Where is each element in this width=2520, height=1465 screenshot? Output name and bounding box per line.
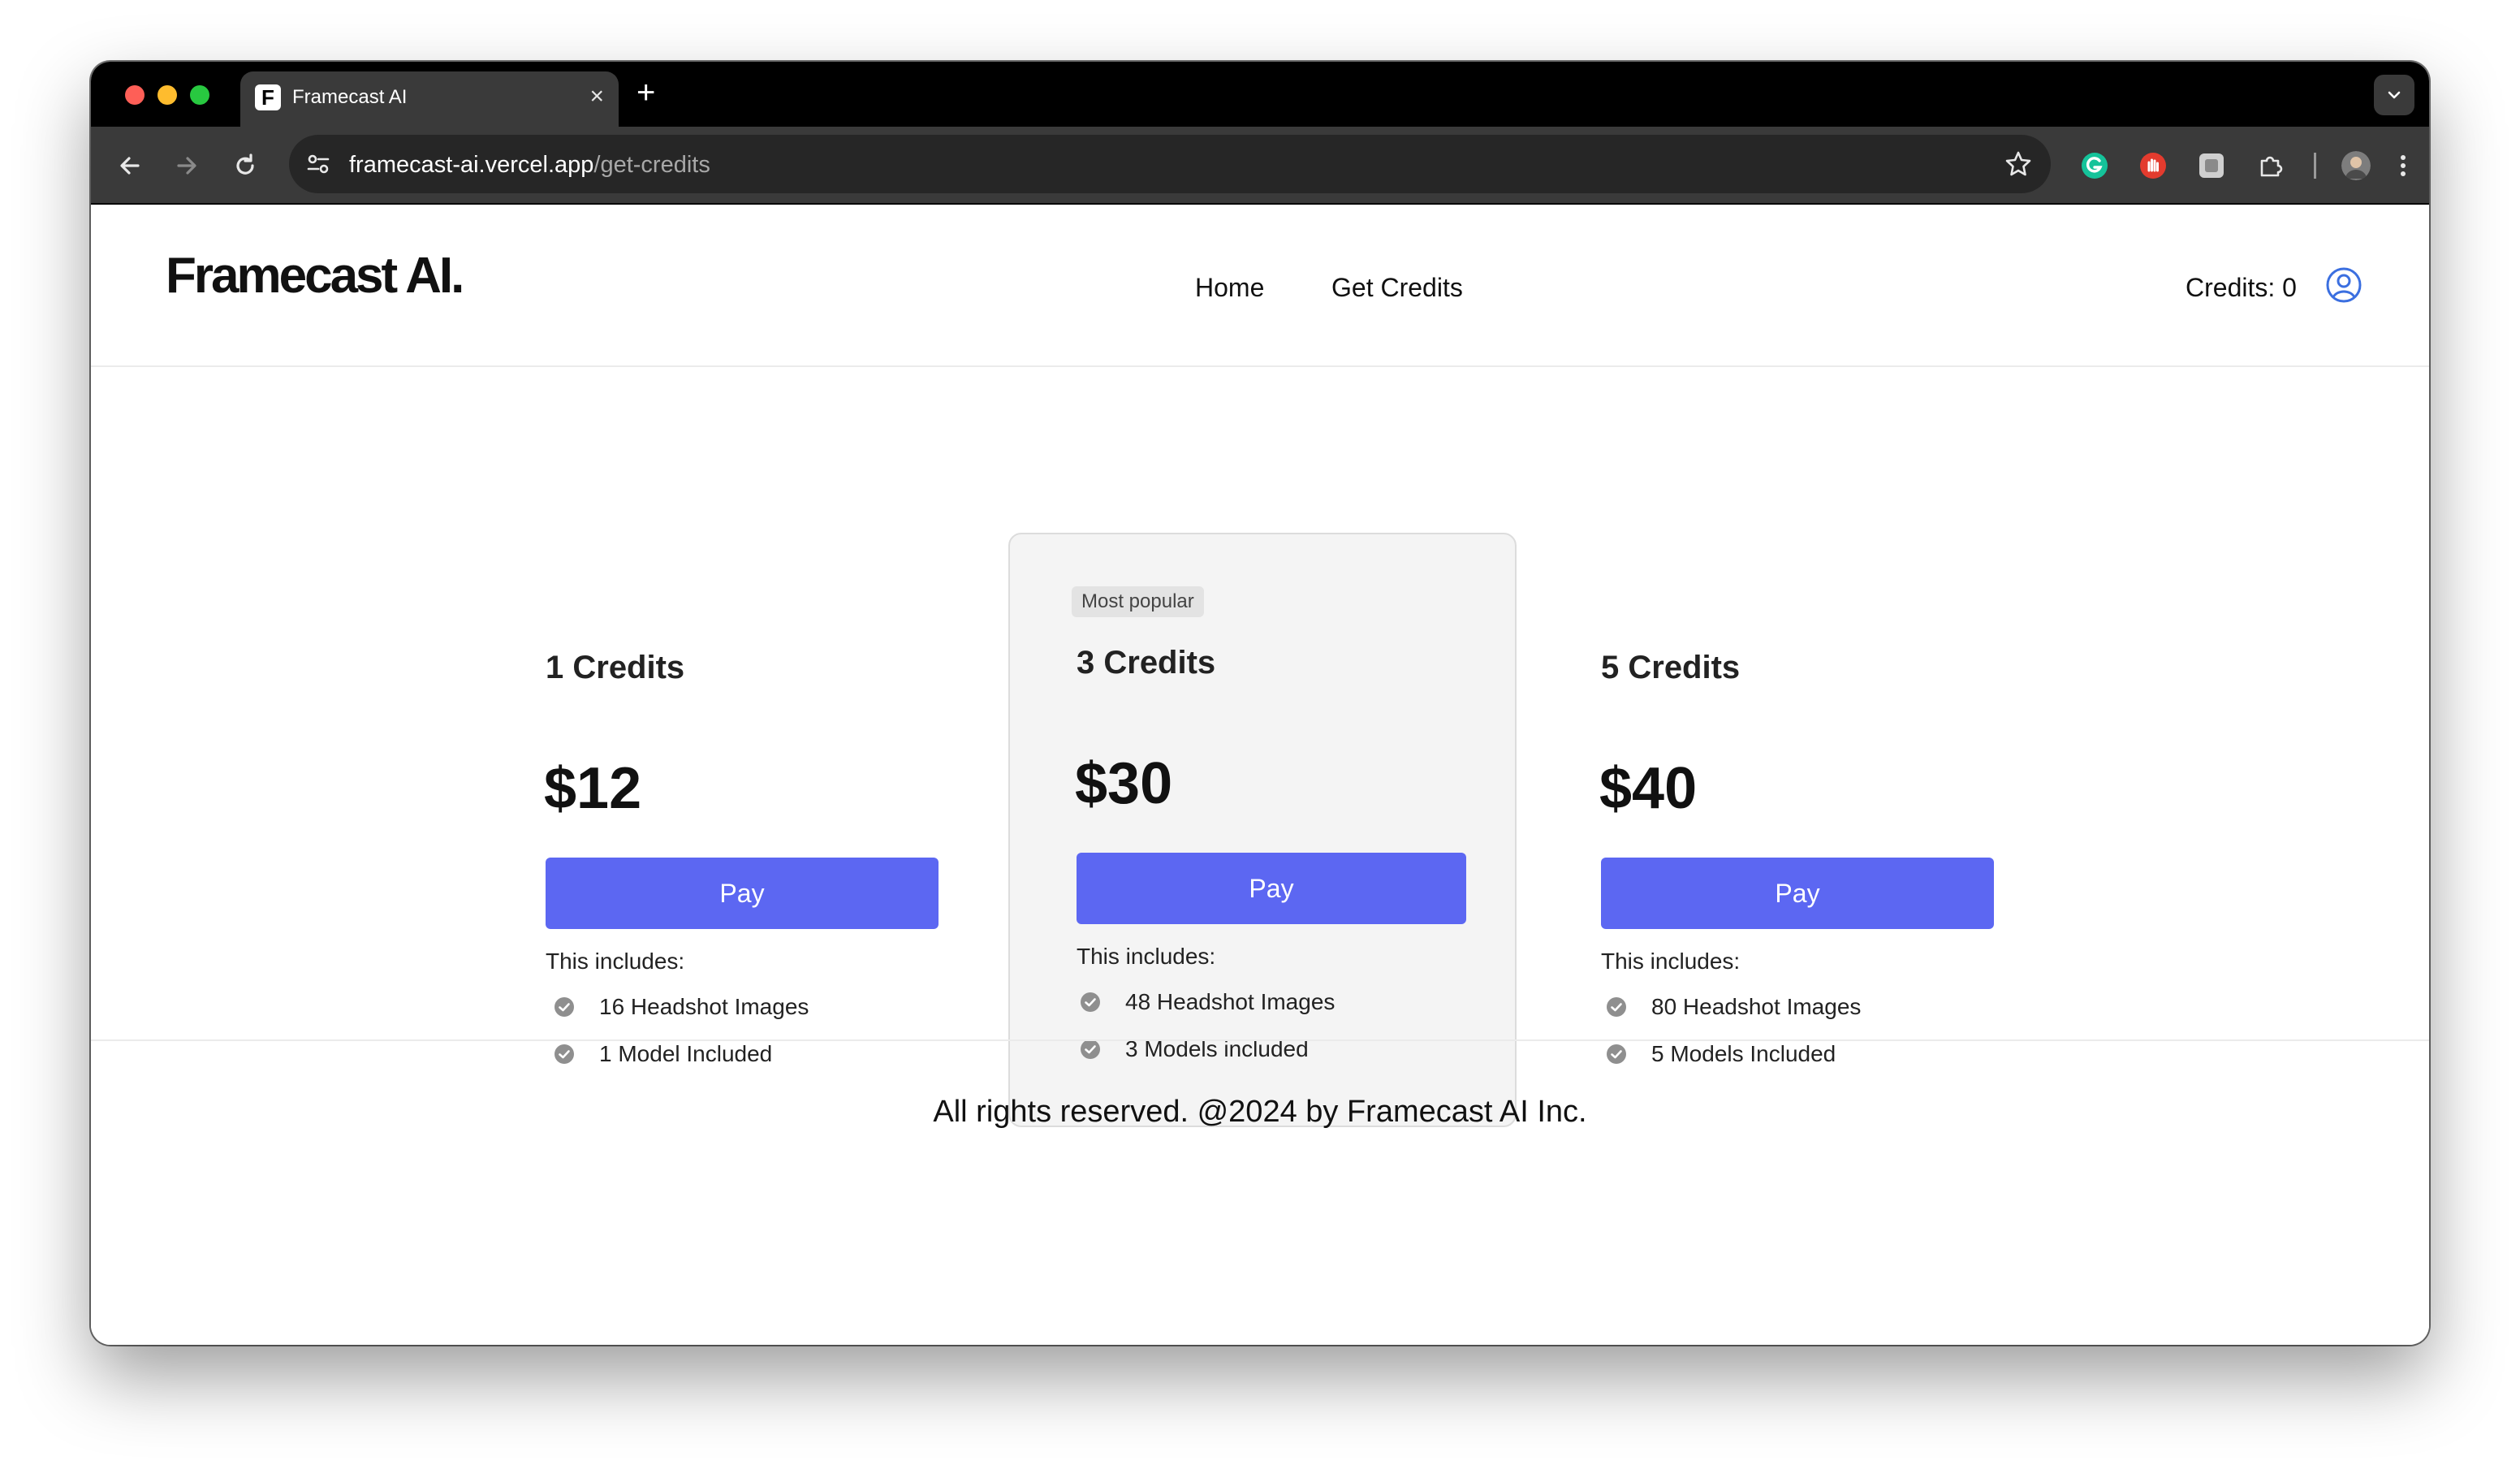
url-host: framecast-ai.vercel.app [349,152,594,178]
feature-text: 80 Headshot Images [1651,994,1862,1019]
forward-arrow-icon[interactable] [170,149,203,182]
profile-avatar-icon[interactable] [2341,151,2371,180]
user-circle-icon[interactable] [2325,266,2362,304]
kebab-menu-icon[interactable] [2397,151,2410,180]
back-arrow-icon[interactable] [114,149,146,182]
bookmark-star-icon[interactable] [2002,148,2035,180]
url-text: framecast-ai.vercel.app/get-credits [349,152,710,179]
includes-label: This includes: [546,949,685,974]
feature-text: 16 Headshot Images [599,994,809,1019]
feature-item: 80 Headshot Images [1606,994,1861,1020]
page-content: Framecast AI. Home Get Credits Credits: … [91,205,2429,1345]
site-settings-icon[interactable] [304,149,333,179]
pay-button-5-credits[interactable]: Pay [1601,858,1994,929]
pay-button-3-credits[interactable]: Pay [1077,853,1466,924]
site-logo[interactable]: Framecast AI. [166,247,464,305]
feature-item: 48 Headshot Images [1080,989,1335,1015]
credits-balance: Credits: 0 [2186,273,2297,302]
check-circle-icon [554,997,574,1017]
includes-label: This includes: [1601,949,1741,974]
toolbar-divider [2314,153,2316,179]
adblock-icon[interactable] [2138,151,2168,180]
browser-tab[interactable]: F Framecast AI × [240,71,619,127]
most-popular-badge: Most popular [1072,586,1204,617]
plan-price: $12 [544,756,642,821]
feature-text: 48 Headshot Images [1125,989,1336,1014]
favicon-icon: F [255,84,281,110]
new-tab-button[interactable]: + [636,73,655,112]
nav-link-get-credits[interactable]: Get Credits [1331,273,1463,303]
tab-strip: F Framecast AI × + [91,62,2429,127]
check-circle-icon [1081,992,1100,1012]
plan-title: 5 Credits [1601,650,1741,685]
copyright-text: All rights reserved. @2024 by Framecast … [933,1095,1587,1129]
puzzle-icon[interactable] [2255,151,2285,180]
site-footer: All rights reserved. @2024 by Framecast … [91,1039,2429,1345]
check-circle-icon [1607,997,1626,1017]
pay-button-1-credit[interactable]: Pay [546,858,939,929]
reload-icon[interactable] [229,149,261,182]
tab-title: Framecast AI [292,86,408,108]
address-bar[interactable]: framecast-ai.vercel.app/get-credits [289,135,2051,193]
plan-title: 3 Credits [1077,645,1216,681]
url-path: /get-credits [593,152,710,178]
minimize-window-button[interactable] [158,85,177,105]
extension-icon[interactable] [2197,151,2226,180]
maximize-window-button[interactable] [190,85,209,105]
plan-price: $40 [1599,756,1698,821]
tab-close-icon[interactable]: × [589,83,604,110]
site-header: Framecast AI. Home Get Credits Credits: … [91,205,2429,367]
grammarly-icon[interactable] [2080,151,2109,180]
close-window-button[interactable] [125,85,145,105]
nav-link-home[interactable]: Home [1195,273,1264,303]
chevron-down-icon [2388,91,2401,99]
browser-window: F Framecast AI × + framecast-ai.vercel.a… [91,62,2429,1345]
plan-price: $30 [1075,751,1173,816]
browser-toolbar: framecast-ai.vercel.app/get-credits [91,127,2429,205]
plan-title: 1 Credits [546,650,685,685]
includes-label: This includes: [1077,944,1216,969]
feature-item: 16 Headshot Images [554,994,809,1020]
tab-search-button[interactable] [2374,75,2414,115]
